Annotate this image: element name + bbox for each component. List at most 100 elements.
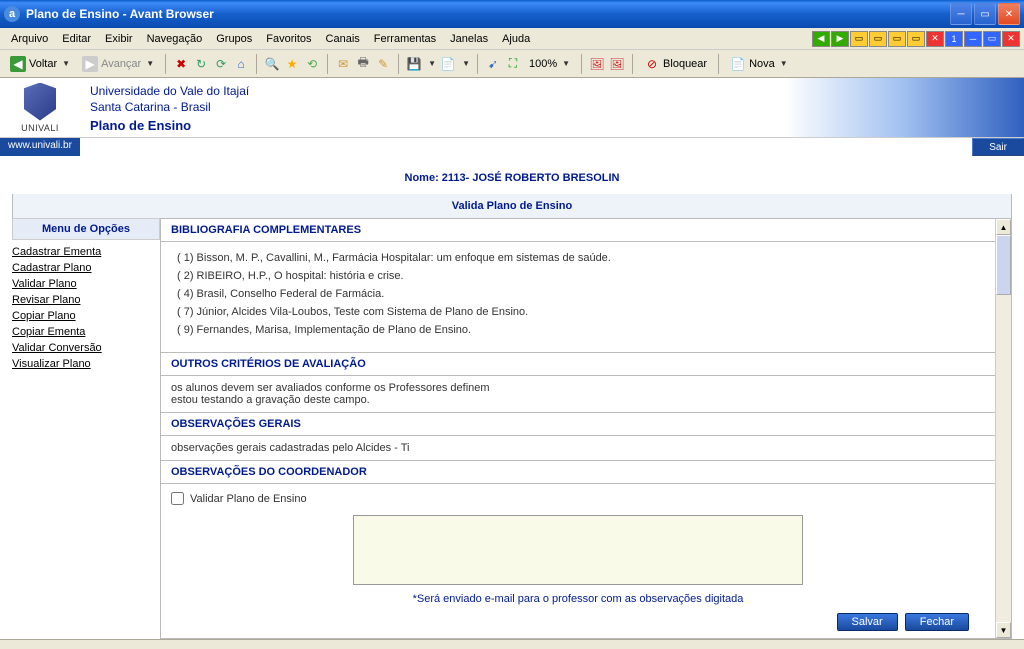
sidebar-item-copiar-ementa[interactable]: Copiar Ementa: [12, 324, 160, 340]
fullscreen-icon[interactable]: ⛶: [505, 56, 521, 72]
fechar-button[interactable]: Fechar: [905, 613, 969, 631]
observacoes-body: observações gerais cadastradas pelo Alci…: [161, 436, 995, 461]
close-button[interactable]: ✕: [998, 3, 1020, 25]
new-icon: 📄: [730, 56, 746, 72]
home-icon[interactable]: ⌂: [233, 56, 249, 72]
new-label: Nova: [749, 58, 775, 70]
sidebar-title: Menu de Opções: [12, 218, 160, 240]
sidebar: Menu de Opções Cadastrar Ementa Cadastra…: [12, 218, 160, 639]
validar-checkbox-label: Validar Plano de Ensino: [190, 493, 307, 505]
scroll-thumb[interactable]: [996, 235, 1011, 295]
bib-item: ( 1) Bisson, M. P., Cavallini, M., Farmá…: [177, 252, 979, 264]
observacoes-textarea[interactable]: [353, 515, 803, 585]
outros-line: os alunos devem ser avaliados conforme o…: [171, 382, 985, 394]
menu-ajuda[interactable]: Ajuda: [495, 31, 537, 47]
validar-checkbox[interactable]: [171, 492, 184, 505]
scroll-track[interactable]: [996, 235, 1011, 622]
separator: [327, 54, 328, 74]
bibliografia-body: ( 1) Bisson, M. P., Cavallini, M., Farmá…: [161, 242, 995, 353]
sidebar-item-cadastrar-ementa[interactable]: Cadastrar Ementa: [12, 244, 160, 260]
zoom-value: 100%: [529, 58, 557, 70]
back-icon: ◀: [10, 56, 26, 72]
tab-max-icon[interactable]: ▭: [983, 31, 1001, 47]
tab-min-icon[interactable]: ─: [964, 31, 982, 47]
dropdown-icon: ▼: [146, 59, 154, 68]
sidebar-item-revisar-plano[interactable]: Revisar Plano: [12, 292, 160, 308]
header-line1: Universidade do Vale do Itajaí: [90, 84, 774, 98]
picture-icon[interactable]: 🖼: [589, 56, 605, 72]
refresh-icon[interactable]: ↻: [193, 56, 209, 72]
sidebar-item-visualizar-plano[interactable]: Visualizar Plano: [12, 356, 160, 372]
new-button[interactable]: 📄 Nova ▼: [726, 54, 792, 74]
menubar: Arquivo Editar Exibir Navegação Grupos F…: [0, 28, 1024, 50]
scroll-up-icon[interactable]: ▲: [996, 219, 1011, 235]
scrollbar[interactable]: ▲ ▼: [995, 219, 1011, 638]
logout-button[interactable]: Sair: [972, 138, 1024, 156]
scroll-down-icon[interactable]: ▼: [996, 622, 1011, 638]
stop-icon[interactable]: ✖: [173, 56, 189, 72]
separator: [165, 54, 166, 74]
tab-btn-4[interactable]: ▭: [907, 31, 925, 47]
section-main-title: Valida Plano de Ensino: [12, 194, 1012, 218]
tab-btn-3[interactable]: ▭: [888, 31, 906, 47]
forward-icon: ▶: [82, 56, 98, 72]
dropdown-icon: ▼: [62, 59, 70, 68]
menu-grupos[interactable]: Grupos: [209, 31, 259, 47]
sidebar-item-cadastrar-plano[interactable]: Cadastrar Plano: [12, 260, 160, 276]
menu-favoritos[interactable]: Favoritos: [259, 31, 318, 47]
block-button[interactable]: ⊘ Bloquear: [640, 54, 711, 74]
bib-item: ( 7) Júnior, Alcides Vila-Loubos, Teste …: [177, 306, 979, 318]
menu-canais[interactable]: Canais: [319, 31, 367, 47]
menu-ferramentas[interactable]: Ferramentas: [367, 31, 443, 47]
header-banner: UNIVALI Universidade do Vale do Itajaí S…: [0, 78, 1024, 138]
edit-icon[interactable]: ✎: [375, 56, 391, 72]
dropdown-icon[interactable]: ▼: [462, 59, 470, 68]
tab-close2-icon[interactable]: ✕: [1002, 31, 1020, 47]
coordenador-body: Validar Plano de Ensino *Será enviado e-…: [161, 484, 995, 638]
tab-btn-2[interactable]: ▭: [869, 31, 887, 47]
print-icon[interactable]: 🖶: [355, 56, 371, 72]
tab-nav-left-icon[interactable]: ◀: [812, 31, 830, 47]
dropdown-icon[interactable]: ▼: [428, 59, 436, 68]
url-row: www.univali.br Sair: [0, 138, 1024, 156]
back-label: Voltar: [29, 58, 57, 70]
tab-btn-1[interactable]: ▭: [850, 31, 868, 47]
sidebar-item-copiar-plano[interactable]: Copiar Plano: [12, 308, 160, 324]
minimize-button[interactable]: ─: [950, 3, 972, 25]
logo-icon: [24, 83, 56, 121]
forward-button[interactable]: ▶ Avançar ▼: [78, 54, 158, 74]
favorites-icon[interactable]: ★: [284, 56, 300, 72]
header-image: [784, 78, 1024, 137]
mail-icon[interactable]: ✉: [335, 56, 351, 72]
menu-arquivo[interactable]: Arquivo: [4, 31, 55, 47]
sidebar-item-validar-conversao[interactable]: Validar Conversão: [12, 340, 160, 356]
menu-janelas[interactable]: Janelas: [443, 31, 495, 47]
menu-editar[interactable]: Editar: [55, 31, 98, 47]
bib-item: ( 2) RIBEIRO, H.P., O hospital: história…: [177, 270, 979, 282]
separator: [581, 54, 582, 74]
sidebar-item-validar-plano[interactable]: Validar Plano: [12, 276, 160, 292]
cursor-icon[interactable]: ➹: [485, 56, 501, 72]
back-button[interactable]: ◀ Voltar ▼: [6, 54, 74, 74]
menu-exibir[interactable]: Exibir: [98, 31, 140, 47]
tab-close-icon[interactable]: ✕: [926, 31, 944, 47]
salvar-button[interactable]: Salvar: [837, 613, 898, 631]
zoom-control[interactable]: 100% ▼: [525, 56, 574, 72]
logo-area: UNIVALI: [0, 78, 80, 137]
refresh2-icon[interactable]: ⟳: [213, 56, 229, 72]
doc-icon[interactable]: 📄: [440, 56, 456, 72]
separator: [256, 54, 257, 74]
picture2-icon[interactable]: 🖼: [609, 56, 625, 72]
statusbar: [0, 639, 1024, 649]
maximize-button[interactable]: ▭: [974, 3, 996, 25]
menu-navegacao[interactable]: Navegação: [140, 31, 210, 47]
app-icon: a: [4, 6, 20, 22]
tab-nav-right-icon[interactable]: ▶: [831, 31, 849, 47]
tab-num-icon[interactable]: 1: [945, 31, 963, 47]
history-icon[interactable]: ⟲: [304, 56, 320, 72]
window-title: Plano de Ensino - Avant Browser: [26, 7, 950, 21]
search-icon[interactable]: 🔍: [264, 56, 280, 72]
separator: [477, 54, 478, 74]
observacoes-header: OBSERVAÇÕES GERAIS: [161, 413, 995, 436]
save-icon[interactable]: 💾: [406, 56, 422, 72]
